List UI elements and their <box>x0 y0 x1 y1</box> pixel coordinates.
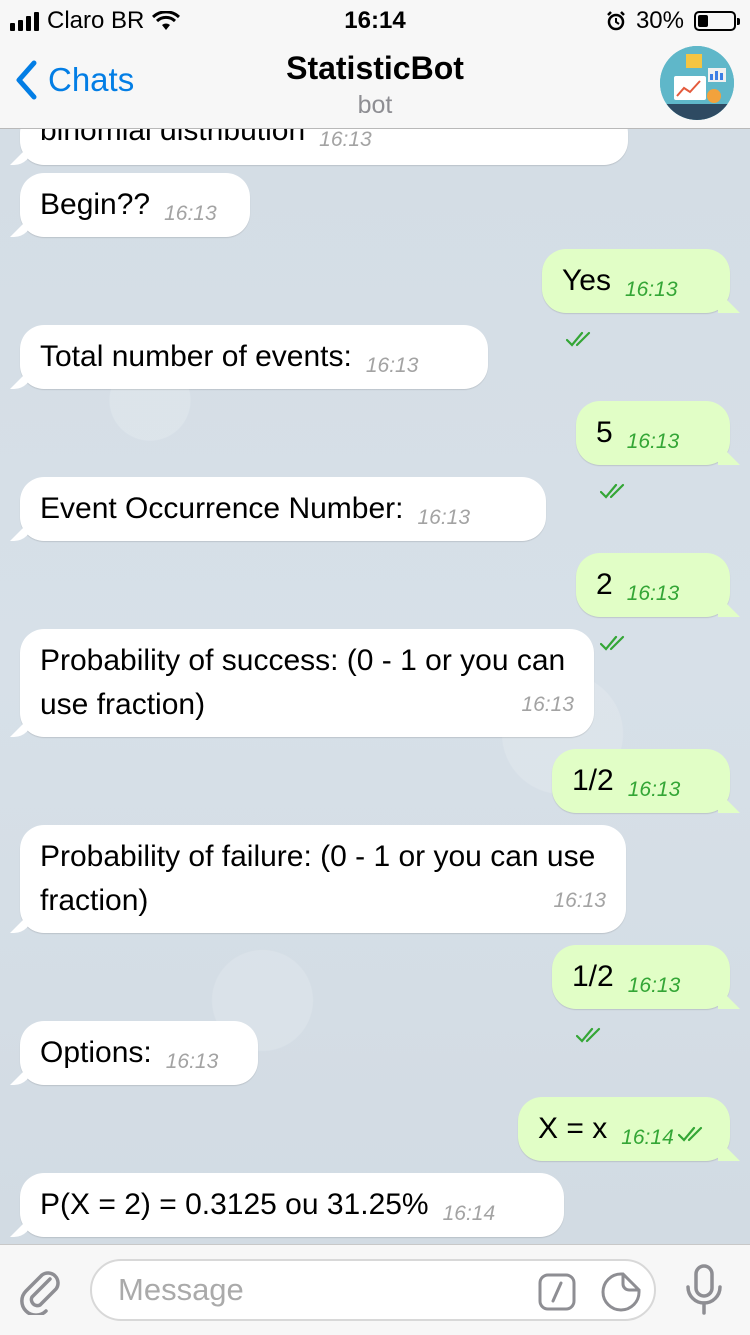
stickers-button[interactable] <box>600 1271 642 1318</box>
message-text: Begin?? <box>40 188 151 221</box>
message-input-bar <box>0 1244 750 1335</box>
message-text: Probability of success: (0 - 1 or you ca… <box>40 644 566 721</box>
message-time: 16:13 <box>626 582 680 605</box>
message-time: 16:13 <box>417 506 471 529</box>
incoming-message[interactable]: Event Occurrence Number: 16:13 <box>20 477 546 541</box>
message-time: 16:13 <box>627 974 681 997</box>
outgoing-message[interactable]: Yes 16:13 <box>542 249 730 347</box>
message-time: 16:14 <box>621 1126 674 1149</box>
status-bar: Claro BR 16:14 30% <box>0 0 750 40</box>
message-text: Options: <box>40 1036 152 1069</box>
battery-icon <box>694 11 740 31</box>
double-check-icon <box>566 331 591 347</box>
outgoing-message[interactable]: 2 16:13 <box>576 553 730 651</box>
battery-percent: 30% <box>635 7 684 34</box>
outgoing-message[interactable]: 5 16:13 <box>576 401 730 499</box>
message-time: 16:13 <box>365 354 419 377</box>
double-check-icon <box>600 635 625 651</box>
message-text: 1/2 <box>572 764 614 797</box>
message-text: Total number of events: <box>40 340 352 373</box>
microphone-button[interactable] <box>684 1263 724 1322</box>
incoming-message[interactable]: P(X = 2) = 0.3125 ou 31.25% 16:14 <box>20 1173 564 1237</box>
double-check-icon <box>576 1027 601 1043</box>
incoming-message[interactable]: Probability of failure: (0 - 1 or you ca… <box>20 825 626 933</box>
incoming-message[interactable]: Begin?? 16:13 <box>20 173 250 237</box>
chat-subtitle: bot <box>357 91 393 119</box>
attach-button[interactable] <box>18 1267 66 1320</box>
message-text: Yes <box>562 264 611 297</box>
outgoing-message[interactable]: 1/2 16:13 <box>552 749 730 847</box>
commands-button[interactable] <box>538 1273 576 1316</box>
message-time: 16:13 <box>521 693 574 716</box>
message-time: 16:13 <box>624 278 678 301</box>
double-check-icon <box>677 1126 702 1142</box>
message-time: 16:13 <box>627 778 681 801</box>
message-meta: 16:13 <box>539 870 606 923</box>
message-text: 5 <box>596 416 613 449</box>
chat-header[interactable]: StatisticBot bot <box>0 50 750 120</box>
alarm-icon <box>607 11 625 31</box>
chat-title: StatisticBot <box>286 50 464 86</box>
message-time: 16:13 <box>553 889 606 912</box>
nav-bar: Chats StatisticBot bot <box>0 40 750 129</box>
incoming-message[interactable]: Probability of success: (0 - 1 or you ca… <box>20 629 594 737</box>
message-time: 16:13 <box>164 202 217 225</box>
microphone-icon <box>686 1264 722 1315</box>
message-text: P(X = 2) = 0.3125 ou 31.25% <box>40 1188 429 1221</box>
outgoing-message[interactable]: X = x 16:14 <box>518 1097 730 1161</box>
message-text: binomial distribution <box>40 129 306 147</box>
message-text: 2 <box>596 568 613 601</box>
message-text: X = x <box>538 1112 608 1145</box>
slash-command-icon <box>538 1273 576 1311</box>
incoming-message[interactable]: binomial distribution 16:13 <box>20 129 628 165</box>
message-time: 16:13 <box>626 430 680 453</box>
sticker-icon <box>601 1272 641 1312</box>
message-text: Probability of failure: (0 - 1 or you ca… <box>40 840 596 917</box>
message-list[interactable]: binomial distribution 16:13 Begin?? 16:13 Ye… <box>0 129 750 1243</box>
outgoing-message[interactable]: 1/2 16:13 <box>552 945 730 1043</box>
message-text: Event Occurrence Number: <box>40 492 404 525</box>
incoming-message[interactable]: Options: 16:13 <box>20 1021 258 1085</box>
avatar[interactable] <box>660 46 734 120</box>
message-field[interactable] <box>90 1259 656 1321</box>
message-time: 16:14 <box>442 1202 496 1225</box>
message-input[interactable] <box>116 1271 520 1309</box>
double-check-icon <box>600 483 625 499</box>
status-right: 30% <box>606 7 740 35</box>
message-meta: 16:13 <box>507 674 574 727</box>
statistics-illustration-icon <box>660 46 734 120</box>
battery-level <box>698 15 709 27</box>
paperclip-icon <box>20 1271 60 1317</box>
message-time: 16:13 <box>319 129 372 151</box>
message-text: 1/2 <box>572 960 614 993</box>
message-time: 16:13 <box>165 1050 219 1073</box>
incoming-message[interactable]: Total number of events: 16:13 <box>20 325 488 389</box>
